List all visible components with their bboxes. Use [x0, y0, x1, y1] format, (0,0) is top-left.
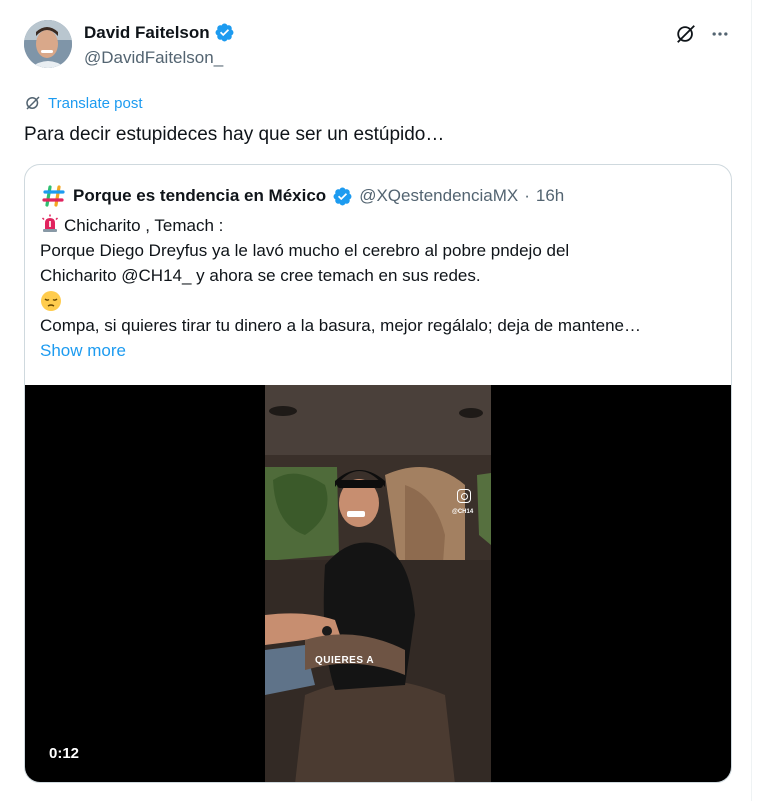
quoted-author-name[interactable]: Porque es tendencia en México [73, 186, 326, 206]
video-thumbnail [265, 385, 491, 782]
quoted-line-2: Porque Diego Dreyfus ya le lavó mucho el… [40, 241, 570, 260]
translate-icon [26, 96, 40, 110]
author-display-name[interactable]: David Faitelson [84, 23, 210, 43]
quoted-line-1: Chicharito , Temach : [40, 213, 720, 238]
grok-button[interactable] [672, 20, 700, 48]
quoted-line-1-text: Chicharito , Temach : [64, 216, 224, 235]
grok-icon [677, 25, 695, 43]
post-container: David Faitelson @DavidFaitelson_ Transla… [0, 0, 761, 801]
instagram-icon [457, 489, 471, 503]
quoted-post-text: Chicharito , Temach : Porque Diego Dreyf… [40, 213, 720, 363]
instagram-handle-text: @CH14 [452, 509, 474, 515]
more-icon [712, 32, 728, 36]
video-elapsed-time: 0:12 [49, 745, 80, 762]
video-frame[interactable]: @CH14 QUIERES A [265, 385, 491, 782]
siren-emoji-icon [41, 214, 59, 232]
quoted-verified-badge-icon [333, 187, 352, 205]
quoted-line-3: Chicharito @CH14_ y ahora se cree temach… [40, 266, 481, 285]
verified-badge-icon [215, 23, 234, 42]
column-divider [751, 0, 752, 801]
quoted-post-header: Porque es tendencia en México @XQestende… [41, 183, 564, 209]
quoted-author-handle[interactable]: @XQestendenciaMX [359, 186, 518, 206]
avatar-image [24, 20, 72, 68]
quoted-post-card[interactable]: Porque es tendencia en México @XQestende… [24, 164, 732, 783]
author-avatar[interactable] [24, 20, 72, 68]
quoted-time[interactable]: 16h [536, 186, 564, 206]
pensive-face-emoji-icon [41, 290, 61, 311]
author-name-row[interactable]: David Faitelson [84, 22, 235, 43]
post-text: Para decir estupideces hay que ser un es… [24, 124, 445, 145]
quoted-line-4: Compa, si quieres tirar tu dinero a la b… [40, 316, 641, 335]
translate-post-link[interactable]: Translate post [24, 94, 143, 112]
translate-label[interactable]: Translate post [48, 95, 143, 112]
video-player[interactable]: @CH14 QUIERES A 0:12 [25, 385, 731, 782]
more-options-button[interactable] [706, 20, 734, 48]
author-handle[interactable]: @DavidFaitelson_ [84, 48, 223, 68]
video-caption: QUIERES A [315, 655, 375, 666]
show-more-link[interactable]: Show more [40, 338, 720, 363]
hashtag-logo-icon[interactable] [41, 183, 67, 209]
quoted-emoji-line [40, 288, 720, 313]
quoted-separator: · [524, 186, 530, 205]
